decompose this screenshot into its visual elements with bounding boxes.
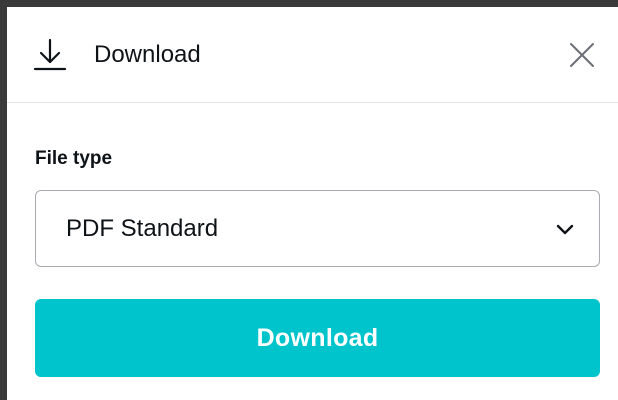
- panel-title: Download: [94, 41, 201, 68]
- download-icon: [30, 35, 70, 75]
- panel-header: Download: [7, 7, 618, 103]
- download-button[interactable]: Download: [35, 299, 600, 377]
- file-type-selected-value: PDF Standard: [66, 215, 219, 242]
- download-button-label: Download: [256, 323, 379, 352]
- chevron-down-icon: [553, 217, 577, 241]
- file-type-select[interactable]: PDF Standard: [35, 190, 600, 267]
- download-panel: Download File type PDF Standard Download: [7, 7, 618, 400]
- close-icon[interactable]: [562, 35, 602, 75]
- file-type-label: File type: [35, 148, 113, 169]
